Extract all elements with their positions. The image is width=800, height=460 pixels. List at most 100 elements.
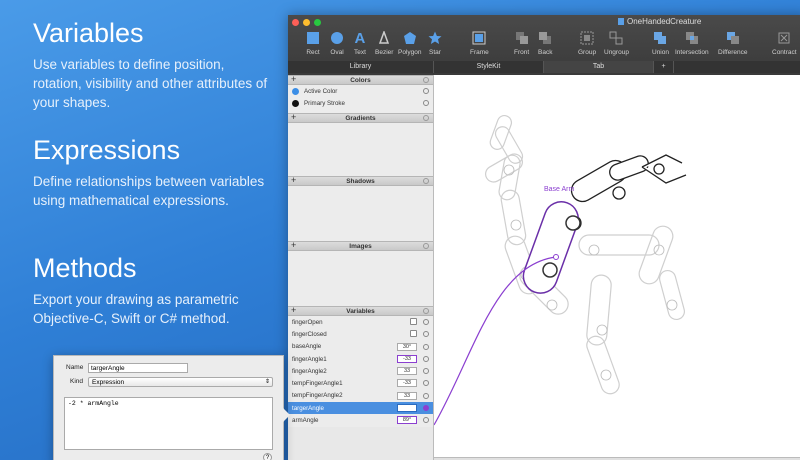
expression-editor[interactable]: -2 * armAngle xyxy=(64,397,273,450)
options-icon[interactable] xyxy=(423,368,429,375)
images-panel-header[interactable]: + Images xyxy=(288,241,433,251)
variable-value[interactable]: 33 xyxy=(397,391,417,400)
variable-row[interactable]: fingerAngle2 33 xyxy=(288,365,433,377)
color-swatch xyxy=(292,99,299,107)
rect-tool[interactable]: Rect xyxy=(306,29,320,56)
variable-row[interactable]: fingerOpen xyxy=(288,316,433,328)
intersection-icon xyxy=(675,29,709,47)
variable-row[interactable]: armAngle 89° xyxy=(288,414,433,426)
options-icon[interactable] xyxy=(423,308,429,314)
add-icon[interactable]: + xyxy=(291,306,296,315)
variable-value[interactable]: 33 xyxy=(397,367,417,376)
variable-row[interactable]: tempFingerAngle2 33 xyxy=(288,390,433,402)
tool-label: Ungroup xyxy=(604,49,629,56)
options-icon[interactable] xyxy=(423,417,429,424)
section-body: Use variables to define position, rotati… xyxy=(33,57,268,110)
minimize-button[interactable] xyxy=(303,19,310,26)
options-icon[interactable] xyxy=(423,100,429,107)
color-item[interactable]: Primary Stroke xyxy=(288,97,433,109)
options-icon[interactable] xyxy=(423,243,429,249)
tool-label: Text xyxy=(354,49,366,56)
tool-label: Contract xyxy=(772,49,797,56)
panel-title: Images xyxy=(349,243,372,250)
text-icon: A xyxy=(354,29,366,47)
variable-value[interactable]: -33 xyxy=(397,354,417,363)
link-handle-icon[interactable] xyxy=(553,254,559,260)
options-icon[interactable] xyxy=(423,355,429,362)
ungroup-tool[interactable]: Ungroup xyxy=(604,29,629,56)
text-tool[interactable]: A Text xyxy=(354,29,366,57)
variable-value[interactable]: 89° xyxy=(397,416,417,425)
colors-panel-header[interactable]: + Colors xyxy=(288,75,433,85)
variables-panel-header[interactable]: + Variables xyxy=(288,306,433,316)
variable-checkbox[interactable] xyxy=(410,330,417,338)
zoom-button[interactable] xyxy=(314,19,321,26)
variable-row[interactable]: tempFingerAngle1 -33 xyxy=(288,377,433,389)
options-icon[interactable] xyxy=(423,115,429,121)
add-tab-button[interactable]: + xyxy=(654,61,674,73)
tool-label: Difference xyxy=(718,49,748,56)
name-field[interactable]: targerAngle xyxy=(88,363,188,373)
kind-select[interactable]: Expression ⇕ xyxy=(88,377,273,387)
options-icon[interactable] xyxy=(423,380,429,387)
shadows-panel-header[interactable]: + Shadows xyxy=(288,176,433,186)
variables-section: Variables Use variables to define positi… xyxy=(33,18,273,112)
variable-row[interactable]: fingerAngle1 -33 xyxy=(288,353,433,365)
add-icon[interactable]: + xyxy=(291,241,296,250)
section-heading: Methods xyxy=(33,253,137,283)
variable-row-selected[interactable]: targerAngle -178 xyxy=(288,402,433,415)
options-icon[interactable] xyxy=(423,77,429,83)
options-icon[interactable] xyxy=(423,88,429,94)
star-tool[interactable]: Star xyxy=(428,29,442,56)
bezier-tool[interactable]: Bezier xyxy=(375,29,393,56)
variable-name: fingerAngle1 xyxy=(292,355,327,363)
send-back-icon xyxy=(538,29,552,47)
back-tool[interactable]: Back xyxy=(538,29,552,56)
add-icon[interactable]: + xyxy=(291,113,296,122)
drawing-canvas[interactable]: Base Arm xyxy=(433,75,800,460)
tab-bar: Library StyleKit Tab + xyxy=(288,61,800,73)
variable-value[interactable]: 30° xyxy=(397,342,417,351)
help-button[interactable]: ? xyxy=(263,453,272,460)
polygon-tool[interactable]: Polygon xyxy=(398,29,422,56)
oval-tool[interactable]: Oval xyxy=(330,29,344,56)
union-tool[interactable]: Union xyxy=(652,29,669,56)
add-icon[interactable]: + xyxy=(291,75,296,84)
popover-arrow xyxy=(283,408,290,422)
tool-label: Group xyxy=(578,49,597,56)
add-icon[interactable]: + xyxy=(291,176,296,185)
options-icon[interactable] xyxy=(423,343,429,350)
images-panel xyxy=(288,251,433,306)
base-arm xyxy=(522,201,581,294)
group-tool[interactable]: Group xyxy=(578,29,596,56)
frame-tool[interactable]: Frame xyxy=(470,29,489,56)
panel-title: Shadows xyxy=(346,178,375,185)
variable-name: tempFingerAngle1 xyxy=(292,380,343,388)
variable-checkbox[interactable] xyxy=(410,318,417,325)
color-item[interactable]: Active Color xyxy=(288,85,433,97)
options-icon[interactable] xyxy=(423,331,429,338)
rect-icon xyxy=(306,29,320,47)
methods-section: Methods Export your drawing as parametri… xyxy=(33,253,273,328)
close-button[interactable] xyxy=(292,19,299,26)
variable-value[interactable]: -33 xyxy=(397,379,417,388)
intersection-tool[interactable]: Intersection xyxy=(675,29,709,56)
link-dot-icon[interactable] xyxy=(423,405,429,412)
titlebar: OneHandedCreature Rect Oval A Text Bezier… xyxy=(288,15,800,75)
front-tool[interactable]: Front xyxy=(514,29,529,56)
tab-library[interactable]: Library xyxy=(288,61,434,73)
variable-row[interactable]: fingerClosed xyxy=(288,328,433,340)
contract-tool[interactable]: Contract xyxy=(772,29,797,56)
variable-row[interactable]: baseAngle 30° xyxy=(288,341,433,353)
options-icon[interactable] xyxy=(423,392,429,399)
options-icon[interactable] xyxy=(423,178,429,184)
tab-stylekit[interactable]: StyleKit xyxy=(434,61,544,73)
options-icon[interactable] xyxy=(423,319,429,325)
variable-value[interactable]: -178 xyxy=(397,404,417,413)
difference-tool[interactable]: Difference xyxy=(718,29,748,56)
tool-label: Back xyxy=(538,49,553,56)
tab-tab[interactable]: Tab xyxy=(544,61,654,73)
gradients-panel-header[interactable]: + Gradients xyxy=(288,113,433,123)
tool-label: Frame xyxy=(470,49,489,56)
tool-label: Intersection xyxy=(675,49,709,56)
